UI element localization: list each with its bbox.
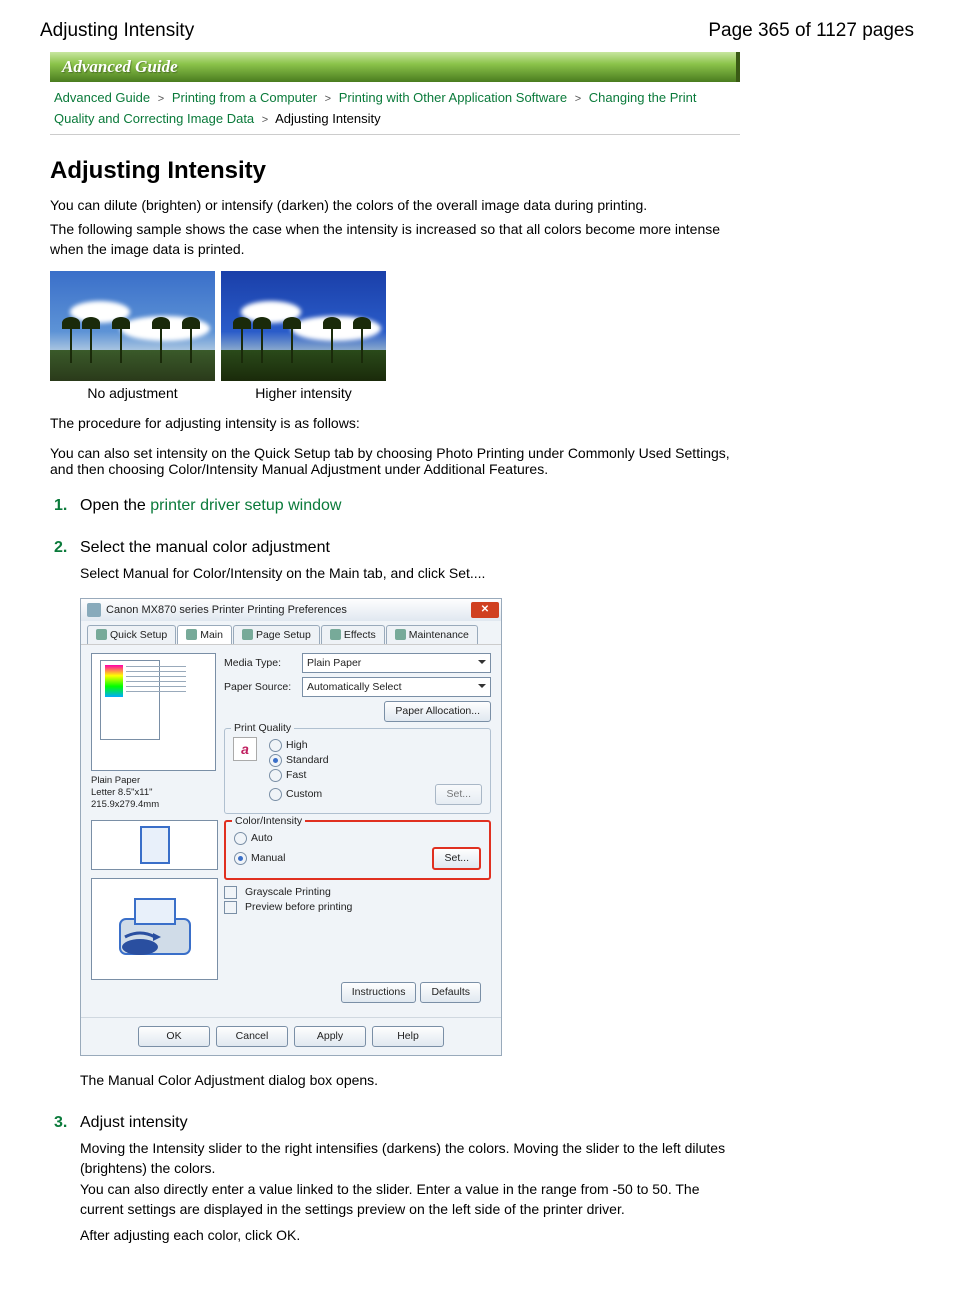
ci-set-button[interactable]: Set...: [432, 847, 481, 870]
crumb-1[interactable]: Printing from a Computer: [172, 90, 317, 105]
caption-right: Higher intensity: [221, 385, 386, 401]
radio-custom[interactable]: [269, 788, 282, 801]
dialog-printing-prefs: Canon MX870 series Printer Printing Pref…: [80, 598, 502, 1056]
link-printer-driver-setup[interactable]: printer driver setup window: [150, 497, 341, 514]
crumb-current: Adjusting Intensity: [275, 111, 381, 126]
printer-preview: [91, 878, 218, 980]
print-quality-label: Print Quality: [231, 722, 294, 734]
radio-label: Fast: [286, 769, 306, 781]
tab-label: Main: [200, 629, 223, 641]
group-color-intensity: Color/Intensity Auto Manual Set...: [224, 820, 491, 880]
checkbox-label: Grayscale Printing: [245, 886, 331, 898]
paper-info-2: Letter 8.5"x11" 215.9x279.4mm: [91, 787, 216, 812]
photo-no-adjust: [50, 271, 215, 381]
tab-main[interactable]: Main: [177, 625, 232, 644]
radio-label: Standard: [286, 754, 329, 766]
para-quicksetup: You can also set intensity on the Quick …: [50, 445, 740, 477]
crumb-0[interactable]: Advanced Guide: [54, 90, 150, 105]
radio-manual[interactable]: [234, 852, 247, 865]
intro-p1: You can dilute (brighten) or intensify (…: [50, 195, 740, 215]
radio-label: Manual: [251, 852, 285, 864]
help-button[interactable]: Help: [372, 1026, 444, 1047]
paper-allocation-button[interactable]: Paper Allocation...: [384, 701, 491, 722]
tab-label: Maintenance: [409, 629, 469, 641]
tab-label: Effects: [344, 629, 376, 641]
crumb-sep: >: [258, 114, 272, 126]
group-print-quality: Print Quality a High Standard Fast Custo…: [224, 728, 491, 814]
color-intensity-label: Color/Intensity: [232, 815, 305, 827]
media-type-label: Media Type:: [224, 657, 296, 669]
printer-icon: [87, 603, 101, 617]
intro-p2: The following sample shows the case when…: [50, 219, 740, 260]
select-value: Automatically Select: [307, 681, 402, 693]
checkbox-grayscale[interactable]: [224, 886, 237, 899]
tabs: Quick Setup Main Page Setup Effects Main…: [81, 621, 501, 644]
sample-figures: [50, 271, 740, 381]
tab-quick-setup[interactable]: Quick Setup: [87, 625, 176, 644]
close-icon[interactable]: ✕: [471, 602, 499, 618]
step-3-body1: Moving the Intensity slider to the right…: [80, 1138, 740, 1179]
banner-title: Advanced Guide: [62, 57, 178, 77]
radio-high[interactable]: [269, 739, 282, 752]
apply-button[interactable]: Apply: [294, 1026, 366, 1047]
crumb-sep: >: [571, 93, 585, 105]
page-title-top: Adjusting Intensity: [40, 20, 194, 42]
step-2-title: Select the manual color adjustment: [80, 539, 740, 557]
paper-info-1: Plain Paper: [91, 775, 216, 787]
media-type-select[interactable]: Plain Paper: [302, 653, 491, 673]
tab-effects[interactable]: Effects: [321, 625, 385, 644]
ok-button[interactable]: OK: [138, 1026, 210, 1047]
defaults-button[interactable]: Defaults: [420, 982, 481, 1003]
radio-standard[interactable]: [269, 754, 282, 767]
step-3-body3: After adjusting each color, click OK.: [80, 1225, 740, 1245]
page-indicator: Page 365 of 1127 pages: [708, 20, 914, 42]
crumb-2[interactable]: Printing with Other Application Software: [339, 90, 567, 105]
caption-left: No adjustment: [50, 385, 215, 401]
step-1-num: 1.: [54, 497, 67, 515]
dialog-title: Canon MX870 series Printer Printing Pref…: [106, 604, 347, 616]
step-2-body: Select Manual for Color/Intensity on the…: [80, 563, 740, 583]
radio-fast[interactable]: [269, 769, 282, 782]
step-3-body2: You can also directly enter a value link…: [80, 1179, 740, 1220]
select-value: Plain Paper: [307, 657, 361, 669]
step-3-num: 3.: [54, 1114, 67, 1132]
radio-label: Custom: [286, 788, 322, 800]
step-3-title: Adjust intensity: [80, 1114, 740, 1132]
checkbox-label: Preview before printing: [245, 901, 352, 913]
radio-label: High: [286, 739, 308, 751]
quality-icon: a: [233, 737, 257, 761]
tab-maintenance[interactable]: Maintenance: [386, 625, 478, 644]
orientation-preview: [91, 820, 218, 870]
crumb-sep: >: [321, 93, 335, 105]
breadcrumb: Advanced Guide > Printing from a Compute…: [50, 82, 740, 135]
paper-source-select[interactable]: Automatically Select: [302, 677, 491, 697]
para-procedure: The procedure for adjusting intensity is…: [50, 415, 740, 431]
radio-label: Auto: [251, 832, 273, 844]
photo-higher-intensity: [221, 271, 386, 381]
settings-preview: [91, 653, 216, 771]
checkbox-preview[interactable]: [224, 901, 237, 914]
pq-set-button[interactable]: Set...: [435, 784, 482, 805]
heading-main: Adjusting Intensity: [50, 157, 740, 185]
tab-page-setup[interactable]: Page Setup: [233, 625, 320, 644]
radio-auto[interactable]: [234, 832, 247, 845]
paper-source-label: Paper Source:: [224, 681, 296, 693]
tab-label: Quick Setup: [110, 629, 167, 641]
banner: Advanced Guide: [50, 52, 740, 82]
step-1-pre: Open the: [80, 497, 150, 514]
instructions-button[interactable]: Instructions: [341, 982, 417, 1003]
cancel-button[interactable]: Cancel: [216, 1026, 288, 1047]
step-2-num: 2.: [54, 539, 67, 557]
step-2-after: The Manual Color Adjustment dialog box o…: [80, 1070, 740, 1090]
crumb-sep: >: [154, 93, 168, 105]
tab-label: Page Setup: [256, 629, 311, 641]
